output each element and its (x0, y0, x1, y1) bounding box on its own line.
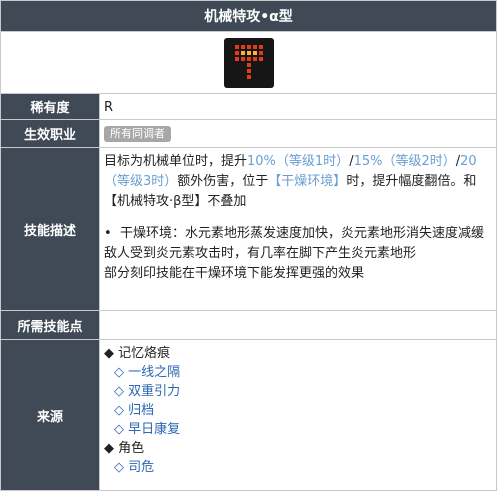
skill-card: 机械特攻•α型 稀有度 R 生效职业 所有同调者 技能描述 目标为机械单位时，提… (0, 0, 497, 491)
points-row: 所需技能点 (1, 311, 496, 340)
rarity-label: 稀有度 (1, 94, 100, 119)
job-tag[interactable]: 所有同调者 (104, 126, 171, 142)
points-label: 所需技能点 (1, 311, 100, 339)
icon-row (1, 32, 496, 94)
skill-label: 技能描述 (1, 148, 100, 310)
axe-icon (223, 37, 274, 88)
source-item[interactable]: ◇ 双重引力 (104, 382, 492, 401)
level1-value: 10%（等级1时） (247, 154, 350, 169)
points-value (100, 311, 496, 339)
source-label: 来源 (1, 340, 100, 490)
skill-row: 技能描述 目标为机械单位时，提升10%（等级1时）/15%（等级2时）/20（等… (1, 148, 496, 311)
source-group-memory: ◆ 记忆烙痕 (104, 346, 171, 361)
rarity-value: R (104, 100, 114, 115)
skill-paragraph-2: • 干燥环境：水元素地形蒸发速度加快，炎元素地形消失速度减缓 (104, 226, 484, 241)
skill-paragraph-1: 目标为机械单位时，提升10%（等级1时）/15%（等级2时）/20（等级3时）额… (104, 154, 477, 209)
job-row: 生效职业 所有同调者 (1, 120, 496, 148)
source-item[interactable]: ◇ 一线之隔 (104, 363, 492, 382)
job-label: 生效职业 (1, 120, 100, 147)
skill-paragraph-4: 部分刻印技能在干燥环境下能发挥更强的效果 (104, 266, 365, 281)
rarity-row: 稀有度 R (1, 94, 496, 120)
card-title: 机械特攻•α型 (1, 1, 496, 32)
source-row: 来源 ◆ 记忆烙痕 ◇ 一线之隔 ◇ 双重引力 ◇ 归档 ◇ 早日康复 ◆ 角色… (1, 340, 496, 490)
dry-env-highlight: 【干燥环境】 (268, 174, 347, 189)
skill-description: 目标为机械单位时，提升10%（等级1时）/15%（等级2时）/20（等级3时）额… (100, 148, 496, 310)
skill-paragraph-3: 敌人受到炎元素攻击时，有几率在脚下产生炎元素地形 (104, 246, 417, 261)
source-group-character: ◆ 角色 (104, 441, 145, 456)
source-item[interactable]: ◇ 早日康复 (104, 420, 492, 439)
source-item[interactable]: ◇ 归档 (104, 401, 492, 420)
source-item[interactable]: ◇ 司危 (104, 458, 492, 477)
level2-value: 15%（等级2时） (353, 154, 456, 169)
source-list: ◆ 记忆烙痕 ◇ 一线之隔 ◇ 双重引力 ◇ 归档 ◇ 早日康复 ◆ 角色 ◇ … (100, 340, 496, 490)
